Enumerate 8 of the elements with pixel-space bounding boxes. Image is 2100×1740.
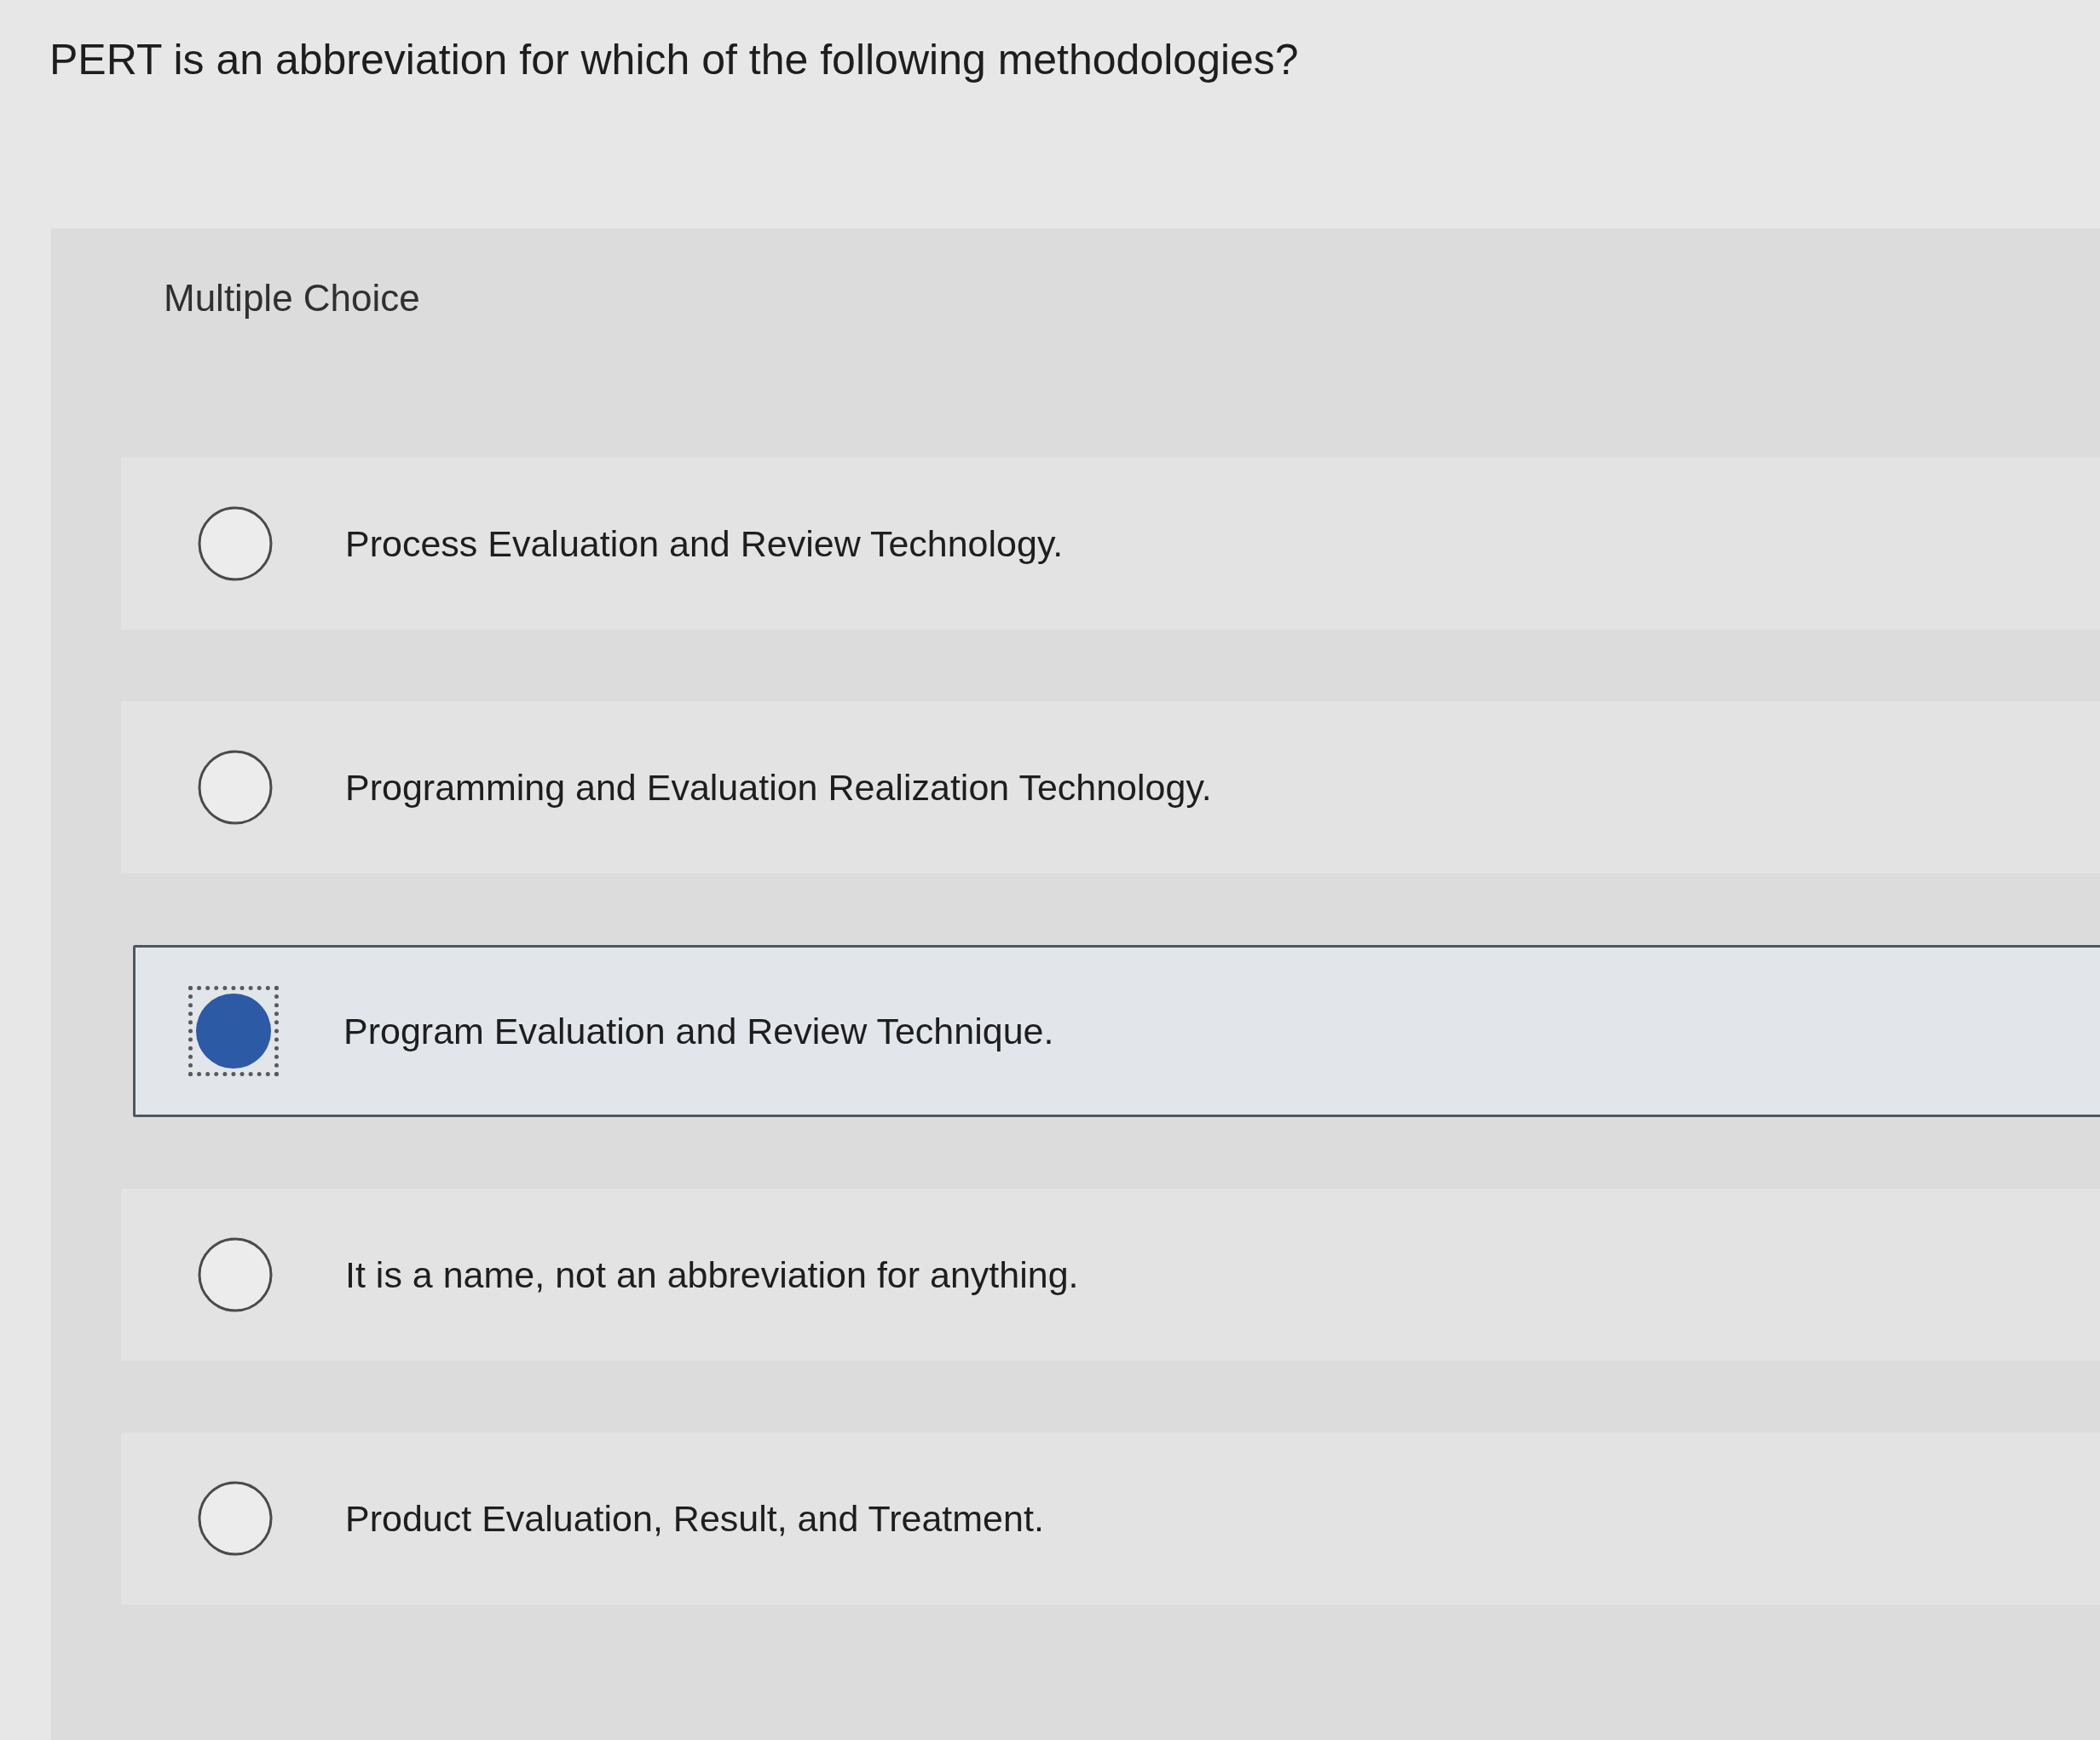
radio-button[interactable] (188, 985, 279, 1076)
question-text: PERT is an abbreviation for which of the following methodologies? (49, 35, 1300, 85)
answer-option[interactable]: Program Evaluation and Review Technique. (133, 944, 2100, 1117)
answer-option[interactable]: It is a name, not an abbreviation for anything. (121, 1188, 2100, 1361)
answer-option[interactable]: Product Evaluation, Result, and Treatment. (121, 1432, 2100, 1605)
answer-option[interactable]: Programming and Evaluation Realization Technology. (121, 700, 2100, 873)
question-type-label: Multiple Choice (164, 277, 420, 319)
answer-option[interactable]: Process Evaluation and Review Technology. (121, 457, 2100, 630)
